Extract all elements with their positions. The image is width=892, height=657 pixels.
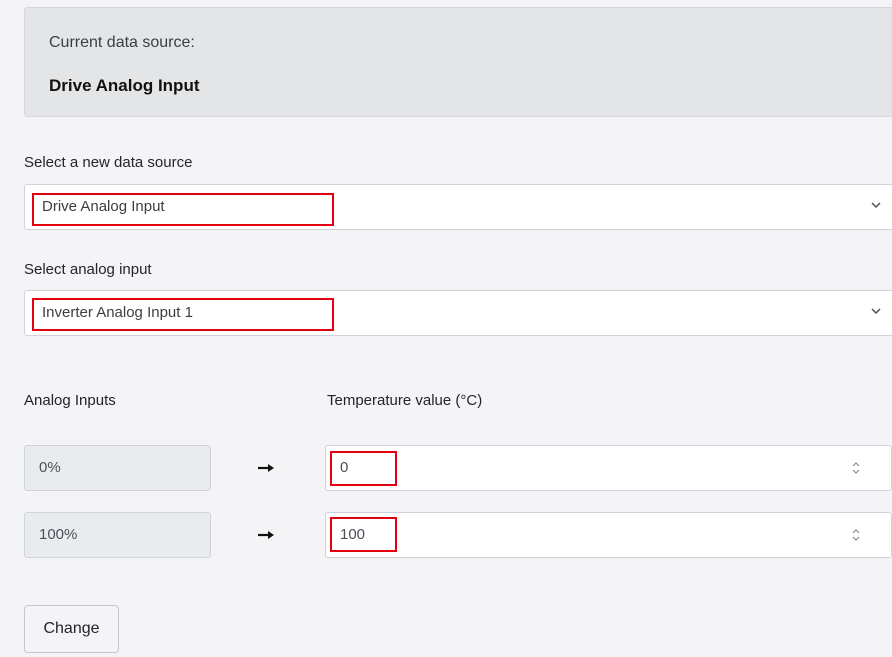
new-source-select[interactable]: Drive Analog Input bbox=[24, 184, 892, 230]
analog-inputs-header: Analog Inputs bbox=[24, 392, 116, 409]
analog-input-label: Select analog input bbox=[24, 261, 152, 278]
change-button[interactable]: Change bbox=[24, 605, 119, 653]
temperature-100-input[interactable]: 100 bbox=[325, 512, 892, 558]
analog-input-selected: Inverter Analog Input 1 bbox=[42, 304, 193, 321]
spinner-icon[interactable] bbox=[849, 459, 863, 477]
arrow-right-icon bbox=[258, 531, 274, 539]
new-source-label: Select a new data source bbox=[24, 154, 193, 171]
current-source-panel: Current data source: Drive Analog Input bbox=[24, 7, 892, 117]
current-source-value: Drive Analog Input bbox=[49, 76, 200, 95]
arrow-right-icon bbox=[258, 464, 274, 472]
analog-input-0-value: 0% bbox=[39, 459, 61, 476]
spinner-icon[interactable] bbox=[849, 526, 863, 544]
temperature-100-value: 100 bbox=[340, 526, 366, 543]
current-source-label: Current data source: bbox=[49, 34, 195, 51]
analog-input-0-field: 0% bbox=[24, 445, 211, 491]
new-source-selected: Drive Analog Input bbox=[42, 198, 165, 215]
analog-input-100-field: 100% bbox=[24, 512, 211, 558]
temperature-0-input[interactable]: 0 bbox=[325, 445, 892, 491]
temperature-0-value: 0 bbox=[340, 459, 349, 476]
chevron-down-icon bbox=[871, 308, 881, 315]
analog-input-100-value: 100% bbox=[39, 526, 78, 543]
chevron-down-icon bbox=[871, 202, 881, 209]
analog-input-select[interactable]: Inverter Analog Input 1 bbox=[24, 290, 892, 336]
temperature-value-header: Temperature value (°C) bbox=[327, 392, 483, 409]
